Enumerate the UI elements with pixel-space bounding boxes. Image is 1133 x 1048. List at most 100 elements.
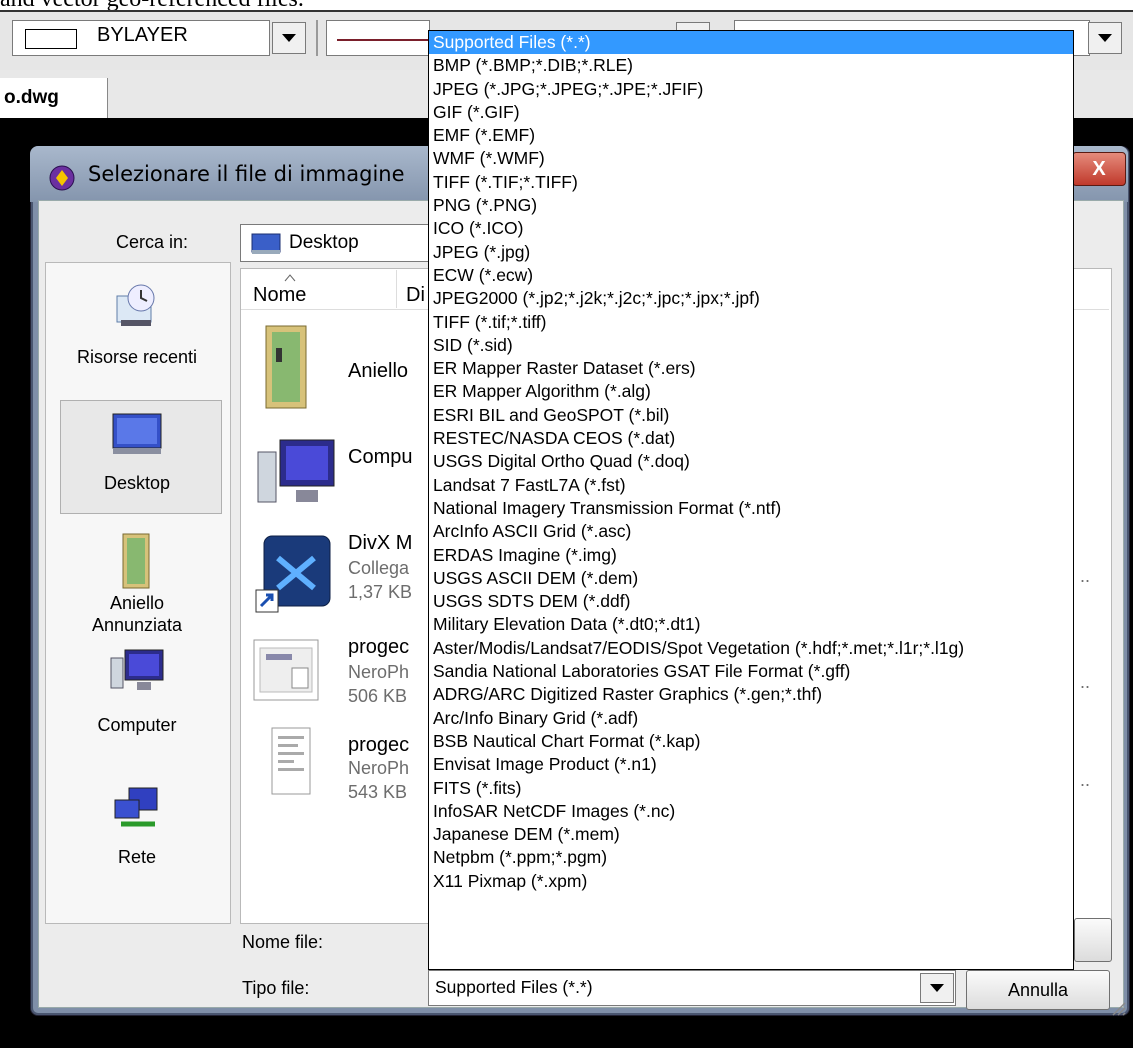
filetype-option[interactable]: ER Mapper Raster Dataset (*.ers) (429, 357, 1073, 380)
user-folder-icon (265, 325, 307, 409)
list-item[interactable]: DivX M Collega 1,37 KB (248, 524, 418, 624)
app-icon (49, 165, 75, 191)
file-name: progec (348, 636, 410, 658)
shortcut-icon (255, 535, 331, 613)
filetype-option[interactable]: GIF (*.GIF) (429, 101, 1073, 124)
filetype-option[interactable]: Arc/Info Binary Grid (*.adf) (429, 707, 1073, 730)
recent-places-icon (116, 284, 155, 326)
filetype-option[interactable]: BMP (*.BMP;*.DIB;*.RLE) (429, 54, 1073, 77)
filetype-option-selected[interactable]: Supported Files (*.*) (429, 31, 1073, 55)
file-name: Aniello (348, 360, 409, 382)
column-name-header[interactable]: Nome (253, 284, 306, 307)
place-label: Aniello Annunziata (91, 593, 183, 635)
resize-grip-icon[interactable] (1110, 1000, 1126, 1016)
place-label: Computer (97, 715, 177, 735)
desktop-icon (251, 233, 281, 254)
filetype-dropdown-button[interactable] (920, 973, 954, 1003)
column-divider (396, 270, 397, 308)
chevron-down-icon (930, 984, 944, 992)
list-item[interactable]: progec NeroPh 506 KB (248, 632, 418, 732)
chevron-down-icon (282, 34, 296, 42)
place-recent[interactable]: Risorse recenti (45, 282, 229, 368)
open-button[interactable] (1074, 918, 1112, 962)
filetype-label: Tipo file: (242, 978, 310, 998)
file-name: DivX M (348, 532, 413, 554)
place-network[interactable]: Rete (45, 786, 229, 868)
filetype-option[interactable]: National Imagery Transmission Format (*.… (429, 497, 1073, 520)
filetype-option[interactable]: FITS (*.fits) (429, 777, 1073, 800)
user-folder-icon (122, 533, 150, 589)
filetype-option[interactable]: JPEG2000 (*.jp2;*.j2k;*.j2c;*.jpc;*.jpx;… (429, 287, 1073, 310)
place-desktop[interactable]: Desktop (45, 412, 229, 494)
filetype-option[interactable]: Sandia National Laboratories GSAT File F… (429, 660, 1073, 683)
chevron-down-icon (1098, 34, 1112, 42)
filetype-option[interactable]: PNG (*.PNG) (429, 194, 1073, 217)
filetype-option[interactable]: ECW (*.ecw) (429, 264, 1073, 287)
look-in-label: Cerca in: (116, 232, 189, 252)
place-label: Desktop (103, 473, 171, 493)
filetype-option[interactable]: ICO (*.ICO) (429, 217, 1073, 240)
file-size: 543 KB (348, 782, 408, 802)
filetype-option[interactable]: BSB Nautical Chart Format (*.kap) (429, 730, 1073, 753)
filetype-option[interactable]: ESRI BIL and GeoSPOT (*.bil) (429, 404, 1073, 427)
filetype-option[interactable]: Japanese DEM (*.mem) (429, 823, 1073, 846)
sort-ascending-icon (284, 274, 296, 282)
filetype-combo[interactable]: Supported Files (*.*) (428, 970, 956, 1006)
filetype-option[interactable]: JPEG (*.JPG;*.JPEG;*.JPE;*.JFIF) (429, 78, 1073, 101)
computer-icon (110, 649, 164, 690)
filetype-option[interactable]: EMF (*.EMF) (429, 124, 1073, 147)
color-combo-dropdown-button[interactable] (272, 22, 306, 54)
filetype-option[interactable]: Aster/Modis/Landsat7/EODIS/Spot Vegetati… (429, 637, 1073, 660)
filetype-option[interactable]: ADRG/ARC Digitized Raster Graphics (*.ge… (429, 683, 1073, 706)
filetype-option[interactable]: RESTEC/NASDA CEOS (*.dat) (429, 427, 1073, 450)
network-icon (114, 787, 158, 827)
filetype-option[interactable]: Landsat 7 FastL7A (*.fst) (429, 474, 1073, 497)
place-label: Risorse recenti (76, 347, 198, 367)
dialog-title: Selezionare il file di immagine (88, 162, 405, 186)
cancel-button[interactable]: Annulla (966, 970, 1110, 1010)
list-item[interactable]: progec NeroPh 543 KB (248, 726, 418, 826)
file-name: progec (348, 734, 410, 756)
list-item[interactable]: Compu (248, 426, 418, 526)
filetype-option[interactable]: USGS SDTS DEM (*.ddf) (429, 590, 1073, 613)
filetype-option[interactable]: Netpbm (*.ppm;*.pgm) (429, 846, 1073, 869)
filetype-combo-value: Supported Files (*.*) (435, 977, 593, 997)
file-type: NeroPh (348, 662, 410, 682)
place-computer[interactable]: Computer (45, 648, 229, 736)
color-combo-value: BYLAYER (97, 24, 188, 46)
file-size: 506 KB (348, 686, 408, 706)
filetype-option[interactable]: Military Elevation Data (*.dt0;*.dt1) (429, 613, 1073, 636)
toolbar-separator (316, 20, 318, 56)
place-label: Rete (117, 847, 157, 867)
desktop-icon (112, 413, 162, 454)
filetype-option[interactable]: Envisat Image Product (*.n1) (429, 753, 1073, 776)
file-type: Collega (348, 558, 410, 578)
filetype-option[interactable]: InfoSAR NetCDF Images (*.nc) (429, 800, 1073, 823)
filetype-option[interactable]: SID (*.sid) (429, 334, 1073, 357)
look-in-combo[interactable]: Desktop (240, 224, 440, 262)
filetype-option[interactable]: X11 Pixmap (*.xpm) (429, 870, 1073, 893)
filetype-dropdown-list[interactable]: Supported Files (*.*) BMP (*.BMP;*.DIB;*.… (428, 30, 1074, 970)
lineweight-combo-dropdown-button[interactable] (1088, 22, 1122, 54)
filetype-option[interactable]: USGS ASCII DEM (*.dem) (429, 567, 1073, 590)
file-type: NeroPh (348, 758, 410, 778)
file-size: 1,37 KB (348, 582, 413, 602)
filetype-option[interactable]: ER Mapper Algorithm (*.alg) (429, 380, 1073, 403)
drawing-tab[interactable]: o.dwg (0, 78, 108, 118)
list-item[interactable]: Aniello (248, 318, 418, 418)
filetype-option[interactable]: ArcInfo ASCII Grid (*.asc) (429, 520, 1073, 543)
filetype-option[interactable]: TIFF (*.tif;*.tiff) (429, 311, 1073, 334)
filetype-option[interactable]: TIFF (*.TIF;*.TIFF) (429, 171, 1073, 194)
filetype-option[interactable]: JPEG (*.jpg) (429, 241, 1073, 264)
place-user[interactable]: Aniello Annunziata (45, 530, 229, 636)
column-second-header[interactable]: Di (406, 284, 425, 307)
color-combo[interactable]: BYLAYER (12, 20, 270, 56)
linetype-combo[interactable] (326, 20, 431, 56)
close-button[interactable]: X (1072, 152, 1126, 186)
truncated-column-ellipsis: .. (1080, 672, 1091, 692)
filetype-option-list: Supported Files (*.*) BMP (*.BMP;*.DIB;*.… (429, 31, 1073, 893)
filetype-option[interactable]: ERDAS Imagine (*.img) (429, 544, 1073, 567)
computer-icon (257, 439, 335, 503)
filetype-option[interactable]: WMF (*.WMF) (429, 147, 1073, 170)
filetype-option[interactable]: USGS Digital Ortho Quad (*.doq) (429, 450, 1073, 473)
